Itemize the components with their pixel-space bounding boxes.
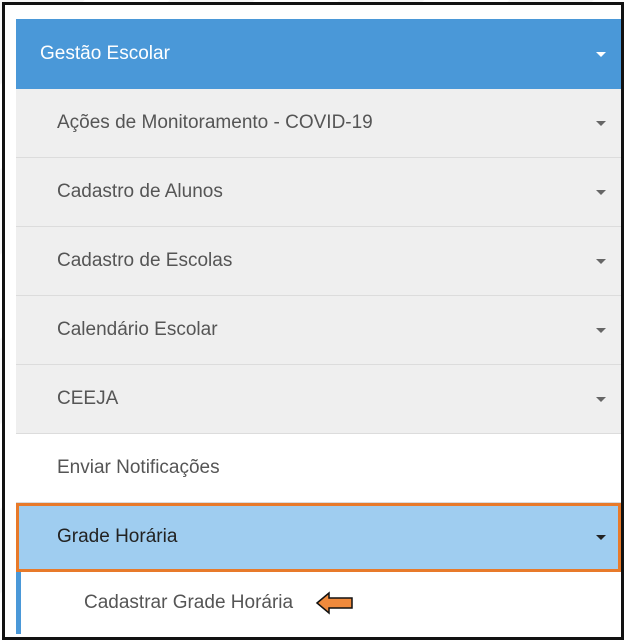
- menu-item-label: Grade Horária: [57, 526, 178, 547]
- screenshot-frame: Gestão Escolar Ações de Monitoramento - …: [2, 2, 624, 640]
- menu-item-cadastro-escolas[interactable]: Cadastro de Escolas: [16, 227, 621, 296]
- menu-item-ceeja[interactable]: CEEJA: [16, 365, 621, 434]
- menu-item-grade-horaria[interactable]: Grade Horária: [16, 503, 621, 572]
- menu-item-enviar-notificacoes[interactable]: Enviar Notificações: [16, 434, 621, 503]
- menu-item-cadastro-alunos[interactable]: Cadastro de Alunos: [16, 158, 621, 227]
- menu-item-label: CEEJA: [57, 388, 119, 409]
- menu-item-label: Ações de Monitoramento - COVID-19: [57, 112, 373, 133]
- chevron-down-icon: [596, 396, 606, 402]
- menu-item-label: Enviar Notificações: [57, 457, 220, 478]
- menu-item-label: Calendário Escolar: [57, 319, 218, 340]
- left-arrow-icon: [315, 591, 353, 615]
- menu-item-label: Cadastro de Alunos: [57, 181, 223, 202]
- menu-header-gestao-escolar[interactable]: Gestão Escolar: [16, 19, 621, 89]
- submenu-item-cadastrar-grade-horaria[interactable]: Cadastrar Grade Horária: [16, 572, 621, 634]
- menu-item-acoes-monitoramento[interactable]: Ações de Monitoramento - COVID-19: [16, 89, 621, 158]
- chevron-down-icon: [596, 258, 606, 264]
- menu-item-calendario-escolar[interactable]: Calendário Escolar: [16, 296, 621, 365]
- chevron-down-icon: [596, 120, 606, 126]
- sidebar-menu: Gestão Escolar Ações de Monitoramento - …: [16, 19, 621, 634]
- chevron-down-icon: [596, 51, 606, 57]
- chevron-down-icon: [596, 327, 606, 333]
- chevron-down-icon: [596, 534, 606, 540]
- chevron-down-icon: [596, 189, 606, 195]
- submenu-item-label: Cadastrar Grade Horária: [84, 592, 294, 613]
- menu-item-label: Cadastro de Escolas: [57, 250, 233, 271]
- menu-header-label: Gestão Escolar: [40, 43, 170, 64]
